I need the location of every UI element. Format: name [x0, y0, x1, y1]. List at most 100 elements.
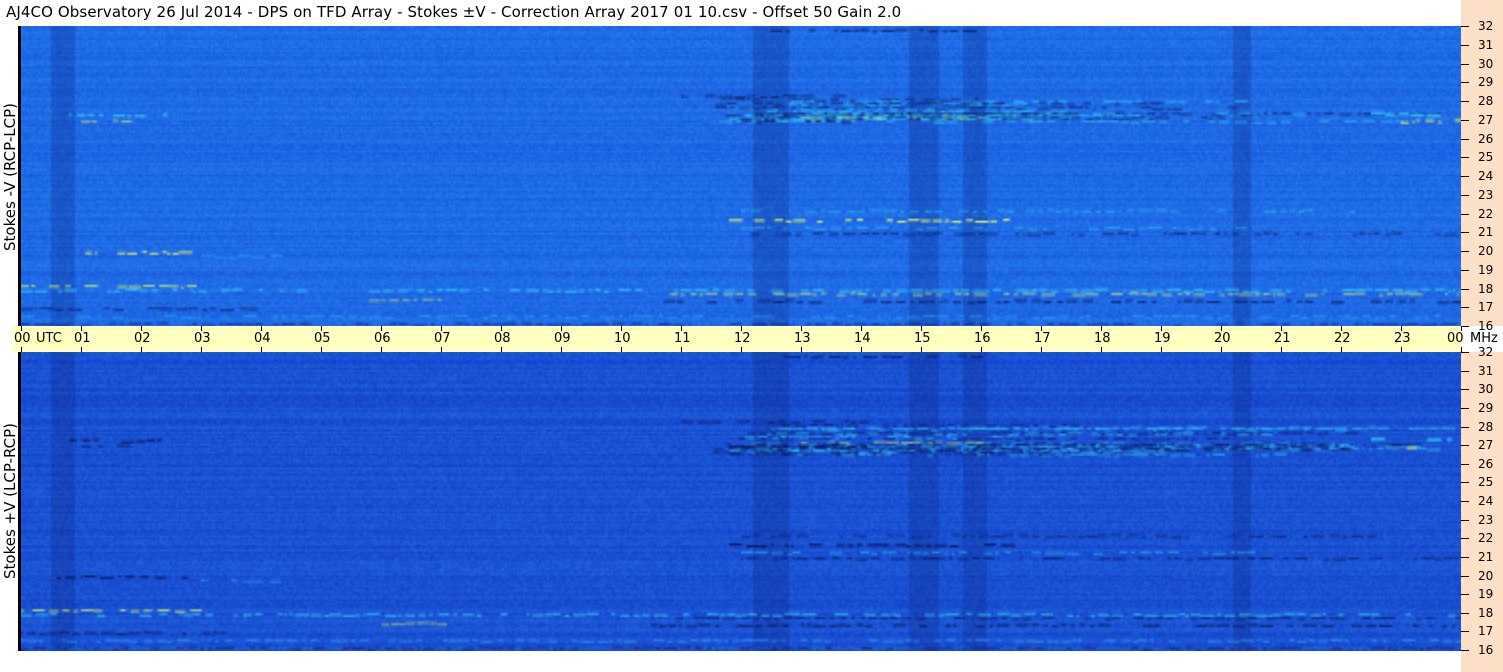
time-tick-mark: [501, 326, 502, 331]
time-tick-label: 09: [554, 331, 571, 346]
time-tick-mark: [981, 326, 982, 331]
time-tick-mark: [801, 326, 802, 331]
frequency-tick-label: 28: [1478, 419, 1494, 434]
time-tick-mark: [261, 347, 262, 352]
frequency-tick-label: 21: [1478, 549, 1494, 564]
frequency-tick-mark: [1461, 519, 1469, 521]
time-tick-mark: [801, 347, 802, 352]
time-unit-label: UTC: [36, 331, 62, 346]
frequency-tick-mark: [1461, 119, 1469, 121]
frequency-tick-label: 22: [1478, 531, 1494, 546]
frequency-tick-label: 17: [1478, 624, 1494, 639]
frequency-tick-label: 32: [1478, 345, 1494, 359]
frequency-tick-mark: [1461, 594, 1469, 596]
time-tick-mark: [561, 347, 562, 352]
time-tick-label: 02: [134, 331, 151, 346]
time-tick-label: 20: [1214, 331, 1231, 346]
frequency-tick-mark: [1461, 194, 1469, 196]
time-tick-mark: [1461, 347, 1462, 352]
time-tick-label: 21: [1274, 331, 1291, 346]
frequency-tick-label: 18: [1478, 281, 1494, 296]
time-tick-mark: [21, 326, 22, 331]
time-tick-mark: [81, 326, 82, 331]
time-tick-mark: [201, 326, 202, 331]
time-tick-mark: [681, 326, 682, 331]
frequency-tick-mark: [1461, 307, 1469, 309]
frequency-tick-label: 26: [1478, 131, 1494, 146]
frequency-tick-mark: [1461, 269, 1469, 271]
frequency-tick-label: 27: [1478, 438, 1494, 453]
frequency-tick-label: 25: [1478, 150, 1494, 165]
time-tick-label: 00: [14, 331, 31, 346]
frequency-tick-label: 27: [1478, 112, 1494, 127]
frequency-tick-label: 16: [1478, 643, 1494, 657]
time-tick-label: 10: [614, 331, 631, 346]
time-tick-mark: [21, 347, 22, 352]
time-tick-mark: [861, 347, 862, 352]
frequency-tick-mark: [1461, 288, 1469, 290]
frequency-tick-label: 20: [1478, 244, 1494, 258]
time-tick-mark: [1401, 347, 1402, 352]
time-tick-label: 13: [794, 331, 811, 346]
frequency-tick-label: 23: [1478, 512, 1494, 527]
time-tick-label: 08: [494, 331, 511, 346]
time-tick-mark: [1221, 347, 1222, 352]
frequency-tick-mark: [1461, 251, 1469, 252]
spectrogram-canvas-bottom: [21, 352, 1461, 651]
time-tick-mark: [1341, 326, 1342, 331]
time-tick-label: 16: [974, 331, 991, 346]
frequency-tick-mark: [1461, 631, 1469, 633]
frequency-tick-mark: [1461, 538, 1469, 540]
time-tick-mark: [1101, 326, 1102, 331]
time-tick-mark: [621, 347, 622, 352]
frequency-tick-mark: [1461, 370, 1469, 372]
time-tick-label: 00: [1447, 331, 1464, 346]
time-tick-label: 04: [254, 331, 271, 346]
time-tick-mark: [921, 347, 922, 352]
time-tick-label: 06: [374, 331, 391, 346]
time-tick-label: 14: [854, 331, 871, 346]
frequency-tick-label: 29: [1478, 400, 1494, 415]
frequency-tick-label: 24: [1478, 169, 1494, 183]
frequency-tick-mark: [1461, 82, 1469, 84]
frequency-tick-mark: [1461, 176, 1469, 177]
frequency-tick-mark: [1461, 26, 1469, 27]
frequency-tick-label: 24: [1478, 494, 1494, 508]
frequency-tick-label: 17: [1478, 300, 1494, 315]
frequency-tick-mark: [1461, 232, 1469, 234]
time-tick-mark: [1461, 326, 1462, 331]
frequency-tick-label: 18: [1478, 605, 1494, 620]
frequency-tick-mark: [1461, 63, 1469, 65]
time-tick-mark: [1281, 347, 1282, 352]
time-tick-mark: [381, 326, 382, 331]
frequency-tick-label: 30: [1478, 382, 1494, 397]
time-tick-mark: [1161, 326, 1162, 331]
frequency-tick-mark: [1461, 407, 1469, 409]
spectrogram-canvas-top: [21, 26, 1461, 327]
frequency-tick-label: 19: [1478, 587, 1494, 602]
time-tick-label: 23: [1394, 331, 1411, 346]
time-tick-mark: [261, 326, 262, 331]
time-tick-mark: [321, 347, 322, 352]
y-axis-label-bottom: Stokes +V (LCP-RCP): [1, 423, 19, 579]
time-tick-label: 12: [734, 331, 751, 346]
time-tick-label: 01: [74, 331, 91, 346]
time-tick-mark: [81, 347, 82, 352]
frequency-tick-mark: [1461, 463, 1469, 465]
time-tick-mark: [1341, 347, 1342, 352]
frequency-tick-label: 28: [1478, 94, 1494, 108]
frequency-tick-label: 22: [1478, 206, 1494, 221]
spectrogram-bottom: [21, 352, 1461, 651]
time-tick-mark: [441, 326, 442, 331]
time-axis: 00 01 02 03 04 05 06 07 08 09 10 11 12 13 14 15 16 17 18 19…: [13, 326, 1464, 352]
frequency-tick-mark: [1461, 575, 1469, 577]
time-tick-mark: [1041, 347, 1042, 352]
frequency-tick-label: 19: [1478, 262, 1494, 277]
frequency-tick-mark: [1461, 157, 1469, 159]
time-tick-label: 15: [914, 331, 931, 346]
frequency-tick-mark: [1461, 650, 1469, 651]
y-axis-label-top: Stokes -V (RCP-LCP): [1, 103, 19, 251]
frequency-tick-label: 25: [1478, 475, 1494, 490]
time-tick-label: 07: [434, 331, 451, 346]
time-tick-mark: [1161, 347, 1162, 352]
